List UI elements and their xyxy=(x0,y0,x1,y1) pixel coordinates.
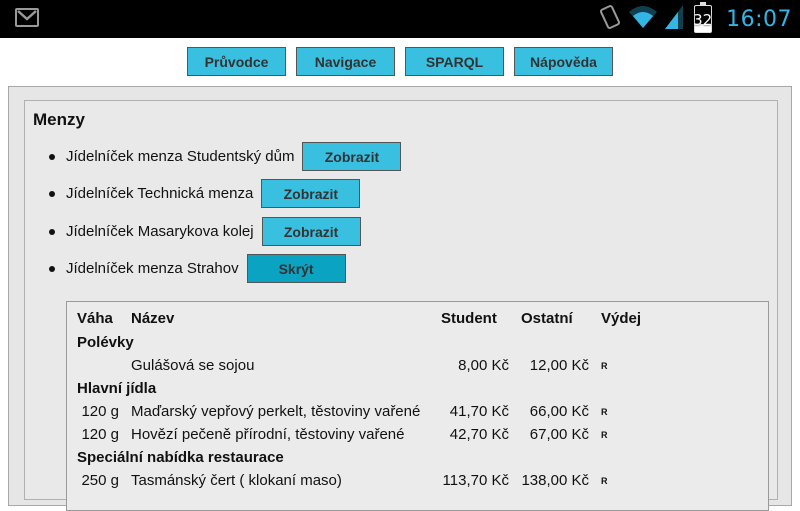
menzy-section: Menzy Jídelníček menza Studentský dům Zo… xyxy=(24,100,778,511)
weight-cell: 120 g xyxy=(81,403,119,420)
col-student: Student xyxy=(441,309,497,327)
napoveda-button[interactable]: Nápověda xyxy=(514,47,613,76)
other-price-cell: 12,00 Kč xyxy=(529,357,589,374)
student-price-cell: 8,00 Kč xyxy=(458,357,509,374)
category-label: Hlavní jídla xyxy=(77,380,157,397)
table-row: 120 g Hovězí pečeně přírodní, těstoviny … xyxy=(71,423,655,446)
table-row: 120 g Maďarský vepřový perkelt, těstovin… xyxy=(71,400,655,423)
name-cell: Gulášová se sojou xyxy=(131,357,255,374)
signal-icon xyxy=(664,4,684,34)
vydej-cell: R xyxy=(601,360,608,371)
pruvodce-button[interactable]: Průvodce xyxy=(187,47,286,76)
table-header-row: Váha Název Student Ostatní Výdej xyxy=(71,305,655,331)
menza-label: Jídelníček menza Strahov xyxy=(66,260,239,277)
col-ostatni: Ostatní xyxy=(521,309,573,327)
vibrate-icon xyxy=(598,4,622,34)
category-label: Polévky xyxy=(77,334,134,351)
menza-label: Jídelníček Masarykova kolej xyxy=(66,223,254,240)
sparql-button[interactable]: SPARQL xyxy=(405,47,504,76)
gmail-icon xyxy=(15,8,39,27)
top-nav: Průvodce Navigace SPARQL Nápověda xyxy=(0,47,800,76)
menu-table: Váha Název Student Ostatní Výdej Polévky… xyxy=(71,305,655,492)
show-technicka-button[interactable]: Zobrazit xyxy=(261,179,361,208)
vydej-cell: R xyxy=(601,429,608,440)
category-row: Polévky xyxy=(71,331,655,354)
other-price-cell: 66,00 Kč xyxy=(529,403,589,420)
vydej-cell: R xyxy=(601,475,608,486)
battery-icon: 32 xyxy=(693,2,713,33)
bullet-icon xyxy=(49,228,55,235)
vydej-cell: R xyxy=(601,406,608,417)
category-label: Speciální nabídka restaurace xyxy=(77,449,284,466)
menza-item-strahov: Jídelníček menza Strahov Skrýt xyxy=(49,254,346,283)
section-title: Menzy xyxy=(33,110,85,129)
wifi-icon xyxy=(628,4,658,34)
student-price-cell: 41,70 Kč xyxy=(449,403,509,420)
menza-label: Jídelníček menza Studentský dům xyxy=(66,148,295,165)
weight-cell xyxy=(71,354,125,377)
category-row: Speciální nabídka restaurace xyxy=(71,446,655,469)
navigace-button[interactable]: Navigace xyxy=(296,47,395,76)
name-cell: Maďarský vepřový perkelt, těstoviny vaře… xyxy=(131,403,421,420)
menza-label: Jídelníček Technická menza xyxy=(66,185,254,202)
other-price-cell: 138,00 Kč xyxy=(521,472,589,489)
show-studentsky-dum-button[interactable]: Zobrazit xyxy=(302,142,402,171)
table-row: Gulášová se sojou 8,00 Kč 12,00 Kč R xyxy=(71,354,655,377)
col-vydej: Výdej xyxy=(601,309,642,327)
table-row: 250 g Tasmánský čert ( klokaní maso) 113… xyxy=(71,469,655,492)
other-price-cell: 67,00 Kč xyxy=(529,426,589,443)
weight-cell: 250 g xyxy=(81,472,119,489)
bullet-icon xyxy=(49,153,55,160)
name-cell: Tasmánský čert ( klokaní maso) xyxy=(131,472,342,489)
menza-item-technicka: Jídelníček Technická menza Zobrazit xyxy=(49,179,361,208)
hide-strahov-button[interactable]: Skrýt xyxy=(246,254,346,283)
student-price-cell: 113,70 Kč xyxy=(442,472,509,489)
bullet-icon xyxy=(49,265,55,272)
show-masarykova-button[interactable]: Zobrazit xyxy=(261,217,361,246)
student-price-cell: 42,70 Kč xyxy=(449,426,509,443)
menza-item-masarykova: Jídelníček Masarykova kolej Zobrazit xyxy=(49,217,361,246)
bullet-icon xyxy=(49,190,55,197)
menza-item-studentsky-dum: Jídelníček menza Studentský dům Zobrazit xyxy=(49,142,402,171)
clock: 16:07 xyxy=(726,6,792,32)
status-bar: 32 16:07 xyxy=(0,0,800,38)
status-icons: 32 16:07 xyxy=(598,0,792,38)
col-vaha: Váha xyxy=(77,309,113,327)
content-panel: Menzy Jídelníček menza Studentský dům Zo… xyxy=(8,86,792,511)
col-nazev: Název xyxy=(131,309,175,327)
name-cell: Hovězí pečeně přírodní, těstoviny vařené xyxy=(131,426,405,443)
category-row: Hlavní jídla xyxy=(71,377,655,400)
battery-level: 32 xyxy=(693,11,713,29)
weight-cell: 120 g xyxy=(81,426,119,443)
